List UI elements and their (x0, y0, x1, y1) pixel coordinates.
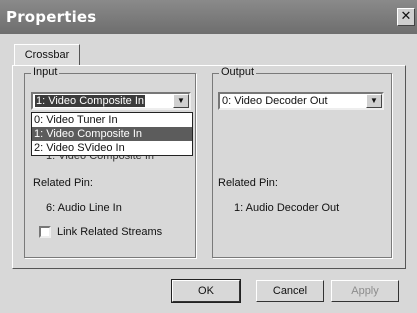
apply-button[interactable]: Apply (331, 280, 399, 302)
link-streams-label: Link Related Streams (57, 226, 163, 238)
link-streams-checkbox[interactable] (39, 226, 51, 238)
tab-crossbar[interactable]: Crossbar (14, 44, 80, 66)
input-related-pin-label: Related Pin: (33, 177, 93, 189)
output-related-pin-label: Related Pin: (218, 177, 278, 189)
input-dropdown-list: 0: Video Tuner In 1: Video Composite In … (31, 112, 193, 156)
output-legend: Output (219, 66, 257, 78)
cancel-button[interactable]: Cancel (256, 280, 324, 302)
output-select[interactable]: 0: Video Decoder Out ▼ (218, 92, 384, 110)
window-title: Properties (6, 8, 97, 26)
input-related-pin-value: 6: Audio Line In (46, 202, 122, 214)
output-select-value: 0: Video Decoder Out (222, 95, 328, 107)
output-related-pin-value: 1: Audio Decoder Out (234, 202, 340, 214)
chevron-down-icon[interactable]: ▼ (366, 94, 382, 108)
chevron-down-icon[interactable]: ▼ (173, 94, 189, 108)
dropdown-option[interactable]: 0: Video Tuner In (32, 113, 192, 127)
input-select-value: 1: Video Composite In (35, 95, 146, 107)
dropdown-option-selected[interactable]: 1: Video Composite In (32, 127, 192, 141)
input-select[interactable]: 1: Video Composite In ▼ (31, 92, 191, 110)
ok-button[interactable]: OK (171, 279, 241, 303)
dropdown-option[interactable]: 2: Video SVideo In (32, 141, 192, 155)
close-icon[interactable]: ✕ (397, 8, 415, 26)
input-legend: Input (31, 66, 60, 78)
title-bar: Properties ✕ (0, 0, 417, 34)
